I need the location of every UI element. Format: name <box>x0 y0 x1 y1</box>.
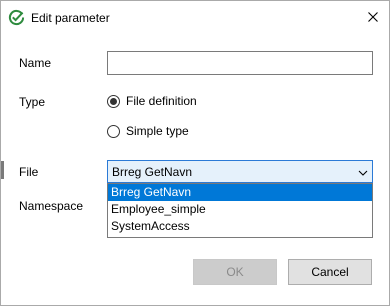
radio-file-definition[interactable]: File definition <box>107 94 197 108</box>
radio-unchecked-icon[interactable] <box>107 124 120 138</box>
cancel-button[interactable]: Cancel <box>288 259 372 285</box>
radio-simple-type-label: Simple type <box>126 124 189 138</box>
dropdown-option-employee-simple[interactable]: Employee_simple <box>108 201 372 218</box>
dialog-title: Edit parameter <box>31 11 110 25</box>
file-select[interactable]: Brreg GetNavn <box>107 160 373 183</box>
name-input[interactable] <box>107 51 373 75</box>
chevron-down-icon[interactable] <box>358 167 368 177</box>
dropdown-option-brreg-getnavn[interactable]: Brreg GetNavn <box>108 184 372 201</box>
namespace-label: Namespace <box>19 199 84 213</box>
ok-button[interactable]: OK <box>193 259 277 285</box>
file-label: File <box>19 165 39 179</box>
file-select-value: Brreg GetNavn <box>112 164 193 179</box>
dropdown-option-systemaccess[interactable]: SystemAccess <box>108 218 372 235</box>
name-label: Name <box>19 56 52 70</box>
window-edge-divider <box>1 161 4 179</box>
close-button[interactable] <box>361 7 385 29</box>
close-icon <box>368 11 378 25</box>
edit-parameter-dialog: Edit parameter Name Type File definition… <box>0 0 390 306</box>
title-bar[interactable]: Edit parameter <box>1 1 389 33</box>
type-label: Type <box>19 95 46 109</box>
file-dropdown-list: Brreg GetNavn Employee_simple SystemAcce… <box>107 183 373 238</box>
radio-file-definition-label: File definition <box>126 94 197 108</box>
radio-checked-icon[interactable] <box>107 94 120 108</box>
checkmark-circle-icon <box>8 9 25 26</box>
radio-simple-type[interactable]: Simple type <box>107 124 189 138</box>
